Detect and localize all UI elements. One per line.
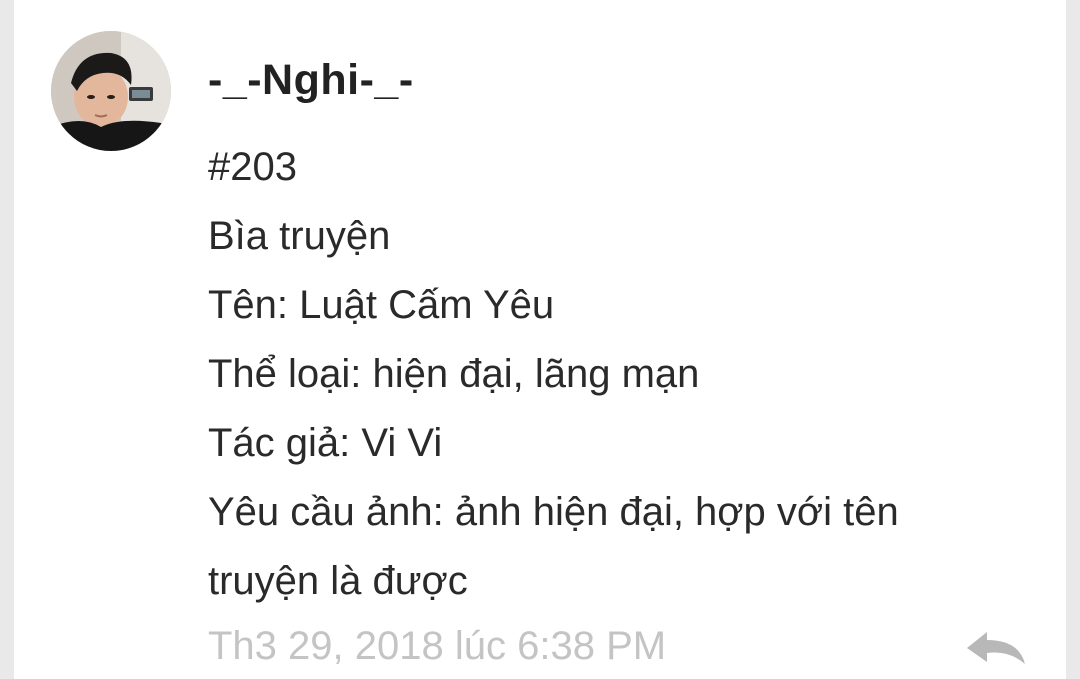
comment-line: #203 [208, 145, 297, 189]
reply-button[interactable] [963, 628, 1029, 668]
comment-line: truyện là được [208, 559, 468, 603]
comment-timestamp: Th3 29, 2018 lúc 6:38 PM [208, 624, 667, 668]
comment-line: Bìa truyện [208, 214, 391, 258]
comment-line: Yêu cầu ảnh: ảnh hiện đại, hợp với tên [208, 490, 899, 534]
comment-card: -_-Nghi-_- #203 Bìa truyện Tên: Luật Cấm… [14, 0, 1066, 679]
avatar-photo-icon [51, 31, 171, 151]
comment-line: Thể loại: hiện đại, lãng mạn [208, 352, 700, 396]
username[interactable]: -_-Nghi-_- [208, 56, 414, 105]
reply-arrow-icon [967, 632, 1025, 664]
comment-line: Tên: Luật Cấm Yêu [208, 283, 555, 327]
comment-body: #203 Bìa truyện Tên: Luật Cấm Yêu Thể lo… [208, 133, 1028, 616]
comment-line: Tác giả: Vi Vi [208, 421, 443, 465]
avatar[interactable] [51, 31, 171, 151]
